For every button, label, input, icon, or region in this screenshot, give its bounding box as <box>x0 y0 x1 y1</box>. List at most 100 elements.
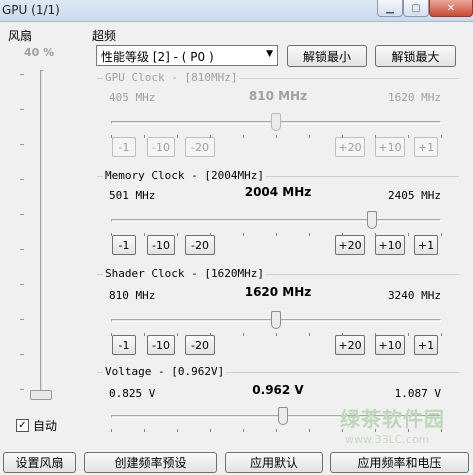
gpu-plus-20-button[interactable]: +20 <box>335 137 365 157</box>
memory-plus-20-button[interactable]: +20 <box>335 235 365 255</box>
minimize-button[interactable]: ▁ <box>377 0 403 17</box>
slider-tick <box>111 135 112 138</box>
slider-tick <box>210 233 211 236</box>
memory-clock-label: Memory Clock - [2004MHz] <box>103 169 266 182</box>
fan-slider-tick <box>20 354 24 355</box>
fan-slider-tick <box>20 319 24 320</box>
slider-tick <box>441 135 442 138</box>
slider-tick <box>309 333 310 336</box>
shader-minus-10-button[interactable]: -10 <box>147 335 175 355</box>
close-button[interactable]: ✕ <box>429 0 473 17</box>
slider-tick <box>144 135 145 138</box>
memory-plus-1-button[interactable]: +1 <box>414 235 438 255</box>
gpu-minus-1-button[interactable]: -1 <box>112 137 136 157</box>
shader-minus-20-button[interactable]: -20 <box>185 335 215 355</box>
fan-slider-tick <box>20 144 24 145</box>
memory-minus-1-button[interactable]: -1 <box>112 235 136 255</box>
shader-clock-max: 3240 MHz <box>388 289 441 302</box>
slider-tick <box>210 135 211 138</box>
shader-clock-group: Shader Clock - [1620MHz] 810 MHz 1620 MH… <box>97 267 459 364</box>
memory-clock-slider-thumb[interactable] <box>366 211 377 229</box>
slider-tick <box>276 333 277 336</box>
slider-tick <box>111 233 112 236</box>
perf-level-value: 性能等级 [2] - ( P0 ) <box>101 50 214 64</box>
fan-slider-tick <box>20 389 24 390</box>
shader-plus-10-button[interactable]: +10 <box>375 335 405 355</box>
fan-slider-thumb[interactable] <box>30 390 52 400</box>
slider-tick <box>342 333 343 336</box>
slider-tick <box>375 135 376 138</box>
slider-tick <box>309 135 310 138</box>
gpu-minus-20-button[interactable]: -20 <box>185 137 215 157</box>
auto-fan-row[interactable]: ✓ 自动 <box>16 417 57 434</box>
shader-minus-1-button[interactable]: -1 <box>112 335 136 355</box>
gpu-plus-1-button[interactable]: +1 <box>414 137 438 157</box>
shader-plus-20-button[interactable]: +20 <box>335 335 365 355</box>
auto-fan-label: 自动 <box>33 419 58 433</box>
slider-tick <box>177 135 178 138</box>
unlock-min-button[interactable]: 解锁最小 <box>287 45 367 67</box>
fan-slider-tick <box>20 284 24 285</box>
slider-tick <box>243 135 244 138</box>
chevron-down-icon: ▼ <box>266 49 273 59</box>
gpu-clock-max: 1620 MHz <box>388 91 441 104</box>
watermark-text: 绿茶软件园 <box>340 407 445 431</box>
create-preset-button[interactable]: 创建频率预设 <box>84 452 217 473</box>
memory-plus-10-button[interactable]: +10 <box>375 235 405 255</box>
auto-fan-checkbox[interactable]: ✓ <box>16 419 29 432</box>
fan-speed-value: 40 % <box>24 46 55 59</box>
fan-panel: 40 % ✓ 自动 <box>6 44 66 444</box>
gpu-plus-10-button[interactable]: +10 <box>375 137 405 157</box>
fan-slider-track[interactable] <box>40 70 44 400</box>
slider-tick <box>309 233 310 236</box>
fan-slider-tick <box>20 214 24 215</box>
slider-tick <box>144 233 145 236</box>
slider-tick <box>177 333 178 336</box>
slider-tick <box>408 333 409 336</box>
slider-tick <box>276 233 277 236</box>
slider-tick <box>111 429 112 432</box>
fan-section-label: 风扇 <box>8 29 33 43</box>
shader-clock-slider-thumb[interactable] <box>271 311 281 329</box>
slider-tick <box>243 429 244 432</box>
slider-tick <box>342 233 343 236</box>
slider-tick <box>408 135 409 138</box>
gpu-clock-slider-thumb[interactable] <box>271 113 281 131</box>
watermark-url: www.33LC.com <box>345 433 430 446</box>
fan-slider-tick <box>20 74 24 75</box>
slider-tick <box>243 333 244 336</box>
title-bar: GPU (1/1) ▁ ▢ ✕ <box>0 0 473 22</box>
window-title: GPU (1/1) <box>2 3 60 17</box>
memory-minus-20-button[interactable]: -20 <box>185 235 215 255</box>
slider-tick <box>276 429 277 432</box>
slider-tick <box>375 333 376 336</box>
shader-plus-1-button[interactable]: +1 <box>414 335 438 355</box>
memory-clock-group: Memory Clock - [2004MHz] 501 MHz 2004 MH… <box>97 169 459 266</box>
apply-freq-voltage-button[interactable]: 应用频率和电压 <box>330 452 469 473</box>
slider-tick <box>243 233 244 236</box>
fan-slider-tick <box>20 109 24 110</box>
slider-tick <box>144 429 145 432</box>
apply-default-button[interactable]: 应用默认 <box>225 452 323 473</box>
maximize-button[interactable]: ▢ <box>403 0 429 17</box>
fan-slider-tick <box>20 249 24 250</box>
slider-tick <box>276 135 277 138</box>
slider-tick <box>144 333 145 336</box>
slider-tick <box>375 233 376 236</box>
fan-slider-tick <box>20 179 24 180</box>
shader-clock-label: Shader Clock - [1620MHz] <box>103 267 266 280</box>
gpu-minus-10-button[interactable]: -10 <box>147 137 175 157</box>
slider-tick <box>177 233 178 236</box>
voltage-slider-thumb[interactable] <box>277 407 288 425</box>
set-fan-button[interactable]: 设置风扇 <box>3 452 76 473</box>
gpu-clock-label: GPU Clock - [810MHz] <box>103 71 240 84</box>
slider-tick <box>342 135 343 138</box>
slider-tick <box>309 429 310 432</box>
slider-tick <box>441 233 442 236</box>
perf-level-select[interactable]: 性能等级 [2] - ( P0 ) ▼ <box>96 45 278 66</box>
slider-tick <box>177 429 178 432</box>
memory-minus-10-button[interactable]: -10 <box>147 235 175 255</box>
unlock-max-button[interactable]: 解锁最大 <box>375 45 456 67</box>
memory-clock-max: 2405 MHz <box>388 189 441 202</box>
memory-clock-slider-track[interactable] <box>111 219 441 222</box>
